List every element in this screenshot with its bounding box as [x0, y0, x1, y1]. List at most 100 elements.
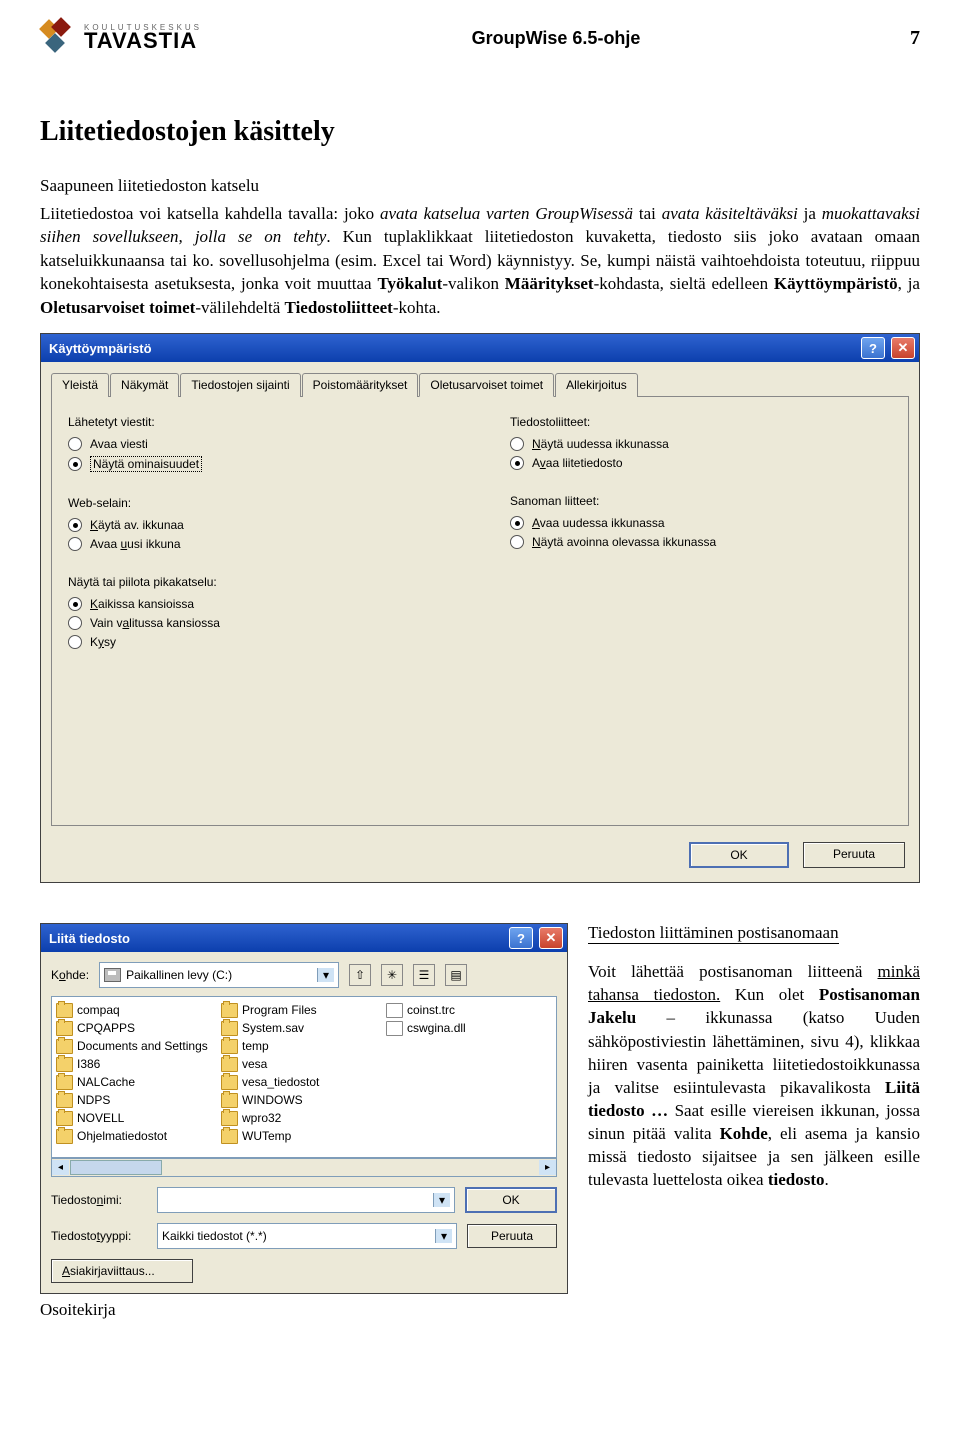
details-view-icon[interactable]: ▤: [445, 964, 467, 986]
folder-icon: [221, 1111, 238, 1126]
doc-reference-button[interactable]: Asiakirjaviittaus...: [51, 1259, 193, 1283]
radio-open-message[interactable]: Avaa viesti: [68, 437, 450, 451]
new-folder-icon[interactable]: ✳: [381, 964, 403, 986]
tab-views[interactable]: Näkymät: [110, 373, 179, 397]
radio-use-open-window[interactable]: Käytä av. ikkunaa: [68, 518, 450, 532]
list-item[interactable]: Program Files: [221, 1001, 386, 1019]
file-name: vesa_tiedostot: [242, 1075, 319, 1089]
file-icon: [386, 1003, 403, 1018]
file-attachments-label: Tiedostoliitteet:: [510, 415, 892, 429]
list-item[interactable]: cswgina.dll: [386, 1019, 551, 1037]
scroll-right-icon[interactable]: ▸: [539, 1160, 556, 1175]
address-book-heading: Osoitekirja: [40, 1300, 568, 1320]
file-name: NDPS: [77, 1093, 110, 1107]
attach-ok-button[interactable]: OK: [465, 1187, 557, 1213]
radio-show-new-window[interactable]: Näytä uudessa ikkunassa: [510, 437, 892, 451]
tab-signature[interactable]: Allekirjoitus: [555, 373, 638, 397]
folder-icon: [56, 1039, 73, 1054]
tab-panel: Lähetetyt viestit: Avaa viesti Näytä omi…: [51, 396, 909, 826]
list-item[interactable]: I386: [56, 1055, 221, 1073]
radio-selected-folder[interactable]: Vain valitussa kansiossa: [68, 616, 450, 630]
folder-icon: [221, 1021, 238, 1036]
help-button[interactable]: ?: [861, 337, 885, 359]
logo-title: TAVASTIA: [84, 31, 202, 52]
list-item[interactable]: System.sav: [221, 1019, 386, 1037]
horizontal-scrollbar[interactable]: ◂ ▸: [51, 1158, 557, 1177]
list-item[interactable]: vesa: [221, 1055, 386, 1073]
file-name: compaq: [77, 1003, 120, 1017]
chevron-down-icon: ▾: [433, 1193, 450, 1207]
attach-titlebar[interactable]: Liitä tiedosto ? ✕: [41, 924, 567, 952]
environment-dialog: Käyttöympäristö ? ✕ Yleistä Näkymät Tied…: [40, 333, 920, 883]
folder-icon: [56, 1129, 73, 1144]
list-item[interactable]: Documents and Settings: [56, 1037, 221, 1055]
radio-open-attachment[interactable]: Avaa liitetiedosto: [510, 456, 892, 470]
folder-icon: [221, 1093, 238, 1108]
list-item[interactable]: WUTemp: [221, 1127, 386, 1145]
file-name: cswgina.dll: [407, 1021, 466, 1035]
paragraph-1: Liitetiedostoa voi katsella kahdella tav…: [40, 202, 920, 319]
up-folder-icon[interactable]: ⇧: [349, 964, 371, 986]
page-heading: Liitetiedostojen käsittely: [40, 116, 920, 148]
attach-section-heading: Tiedoston liittäminen postisanomaan: [588, 923, 839, 944]
list-item[interactable]: NDPS: [56, 1091, 221, 1109]
radio-ask[interactable]: Kysy: [68, 635, 450, 649]
radio-open-in-new[interactable]: Avaa uudessa ikkunassa: [510, 516, 892, 530]
list-item[interactable]: wpro32: [221, 1109, 386, 1127]
file-icon: [386, 1021, 403, 1036]
attach-section-text: Voit lähettää postisanoman liitteenä min…: [588, 960, 920, 1191]
filename-input[interactable]: ▾: [157, 1187, 455, 1213]
disk-icon: [104, 968, 121, 982]
radio-open-new-window[interactable]: Avaa uusi ikkuna: [68, 537, 450, 551]
file-name: NOVELL: [77, 1111, 124, 1125]
quickview-label: Näytä tai piilota pikakatselu:: [68, 575, 450, 589]
tab-delete-settings[interactable]: Poistomääritykset: [302, 373, 419, 397]
attach-help-button[interactable]: ?: [509, 927, 533, 949]
folder-icon: [221, 1075, 238, 1090]
scroll-left-icon[interactable]: ◂: [52, 1160, 69, 1175]
file-name: wpro32: [242, 1111, 281, 1125]
close-button[interactable]: ✕: [891, 337, 915, 359]
chevron-down-icon[interactable]: ▾: [317, 968, 334, 982]
radio-show-properties[interactable]: Näytä ominaisuudet: [68, 456, 450, 472]
message-attachments-label: Sanoman liitteet:: [510, 494, 892, 508]
list-view-icon[interactable]: ☰: [413, 964, 435, 986]
list-item[interactable]: coinst.trc: [386, 1001, 551, 1019]
filetype-combo[interactable]: Kaikki tiedostot (*.*)▾: [157, 1223, 457, 1249]
doc-title: GroupWise 6.5-ohje: [472, 28, 641, 49]
target-combo[interactable]: Paikallinen levy (C:) ▾: [99, 962, 339, 988]
cancel-button[interactable]: Peruuta: [803, 842, 905, 868]
radio-show-in-open[interactable]: Näytä avoinna olevassa ikkunassa: [510, 535, 892, 549]
chevron-down-icon: ▾: [435, 1229, 452, 1243]
folder-icon: [221, 1003, 238, 1018]
ok-button[interactable]: OK: [689, 842, 789, 868]
file-name: NALCache: [77, 1075, 135, 1089]
logo: KOULUTUSKESKUS TAVASTIA: [40, 20, 202, 56]
folder-icon: [56, 1111, 73, 1126]
tab-general[interactable]: Yleistä: [51, 373, 109, 397]
file-name: CPQAPPS: [77, 1021, 135, 1035]
scrollbar-thumb[interactable]: [70, 1160, 162, 1175]
attach-close-button[interactable]: ✕: [539, 927, 563, 949]
tab-default-actions[interactable]: Oletusarvoiset toimet: [419, 373, 554, 397]
web-browser-label: Web-selain:: [68, 496, 450, 510]
file-name: Program Files: [242, 1003, 317, 1017]
list-item[interactable]: NALCache: [56, 1073, 221, 1091]
list-item[interactable]: NOVELL: [56, 1109, 221, 1127]
file-name: I386: [77, 1057, 100, 1071]
list-item[interactable]: Ohjelmatiedostot: [56, 1127, 221, 1145]
file-list[interactable]: compaq CPQAPPS Documents and Settings I386 N…: [51, 996, 557, 1158]
folder-icon: [221, 1057, 238, 1072]
dialog-titlebar[interactable]: Käyttöympäristö ? ✕: [41, 334, 919, 362]
radio-all-folders[interactable]: Kaikissa kansioissa: [68, 597, 450, 611]
list-item[interactable]: CPQAPPS: [56, 1019, 221, 1037]
file-name: Ohjelmatiedostot: [77, 1129, 167, 1143]
file-name: Documents and Settings: [77, 1039, 208, 1053]
list-item[interactable]: temp: [221, 1037, 386, 1055]
tab-file-location[interactable]: Tiedostojen sijainti: [180, 373, 300, 397]
list-item[interactable]: compaq: [56, 1001, 221, 1019]
logo-mark: [40, 20, 76, 56]
attach-cancel-button[interactable]: Peruuta: [467, 1224, 557, 1248]
list-item[interactable]: vesa_tiedostot: [221, 1073, 386, 1091]
list-item[interactable]: WINDOWS: [221, 1091, 386, 1109]
